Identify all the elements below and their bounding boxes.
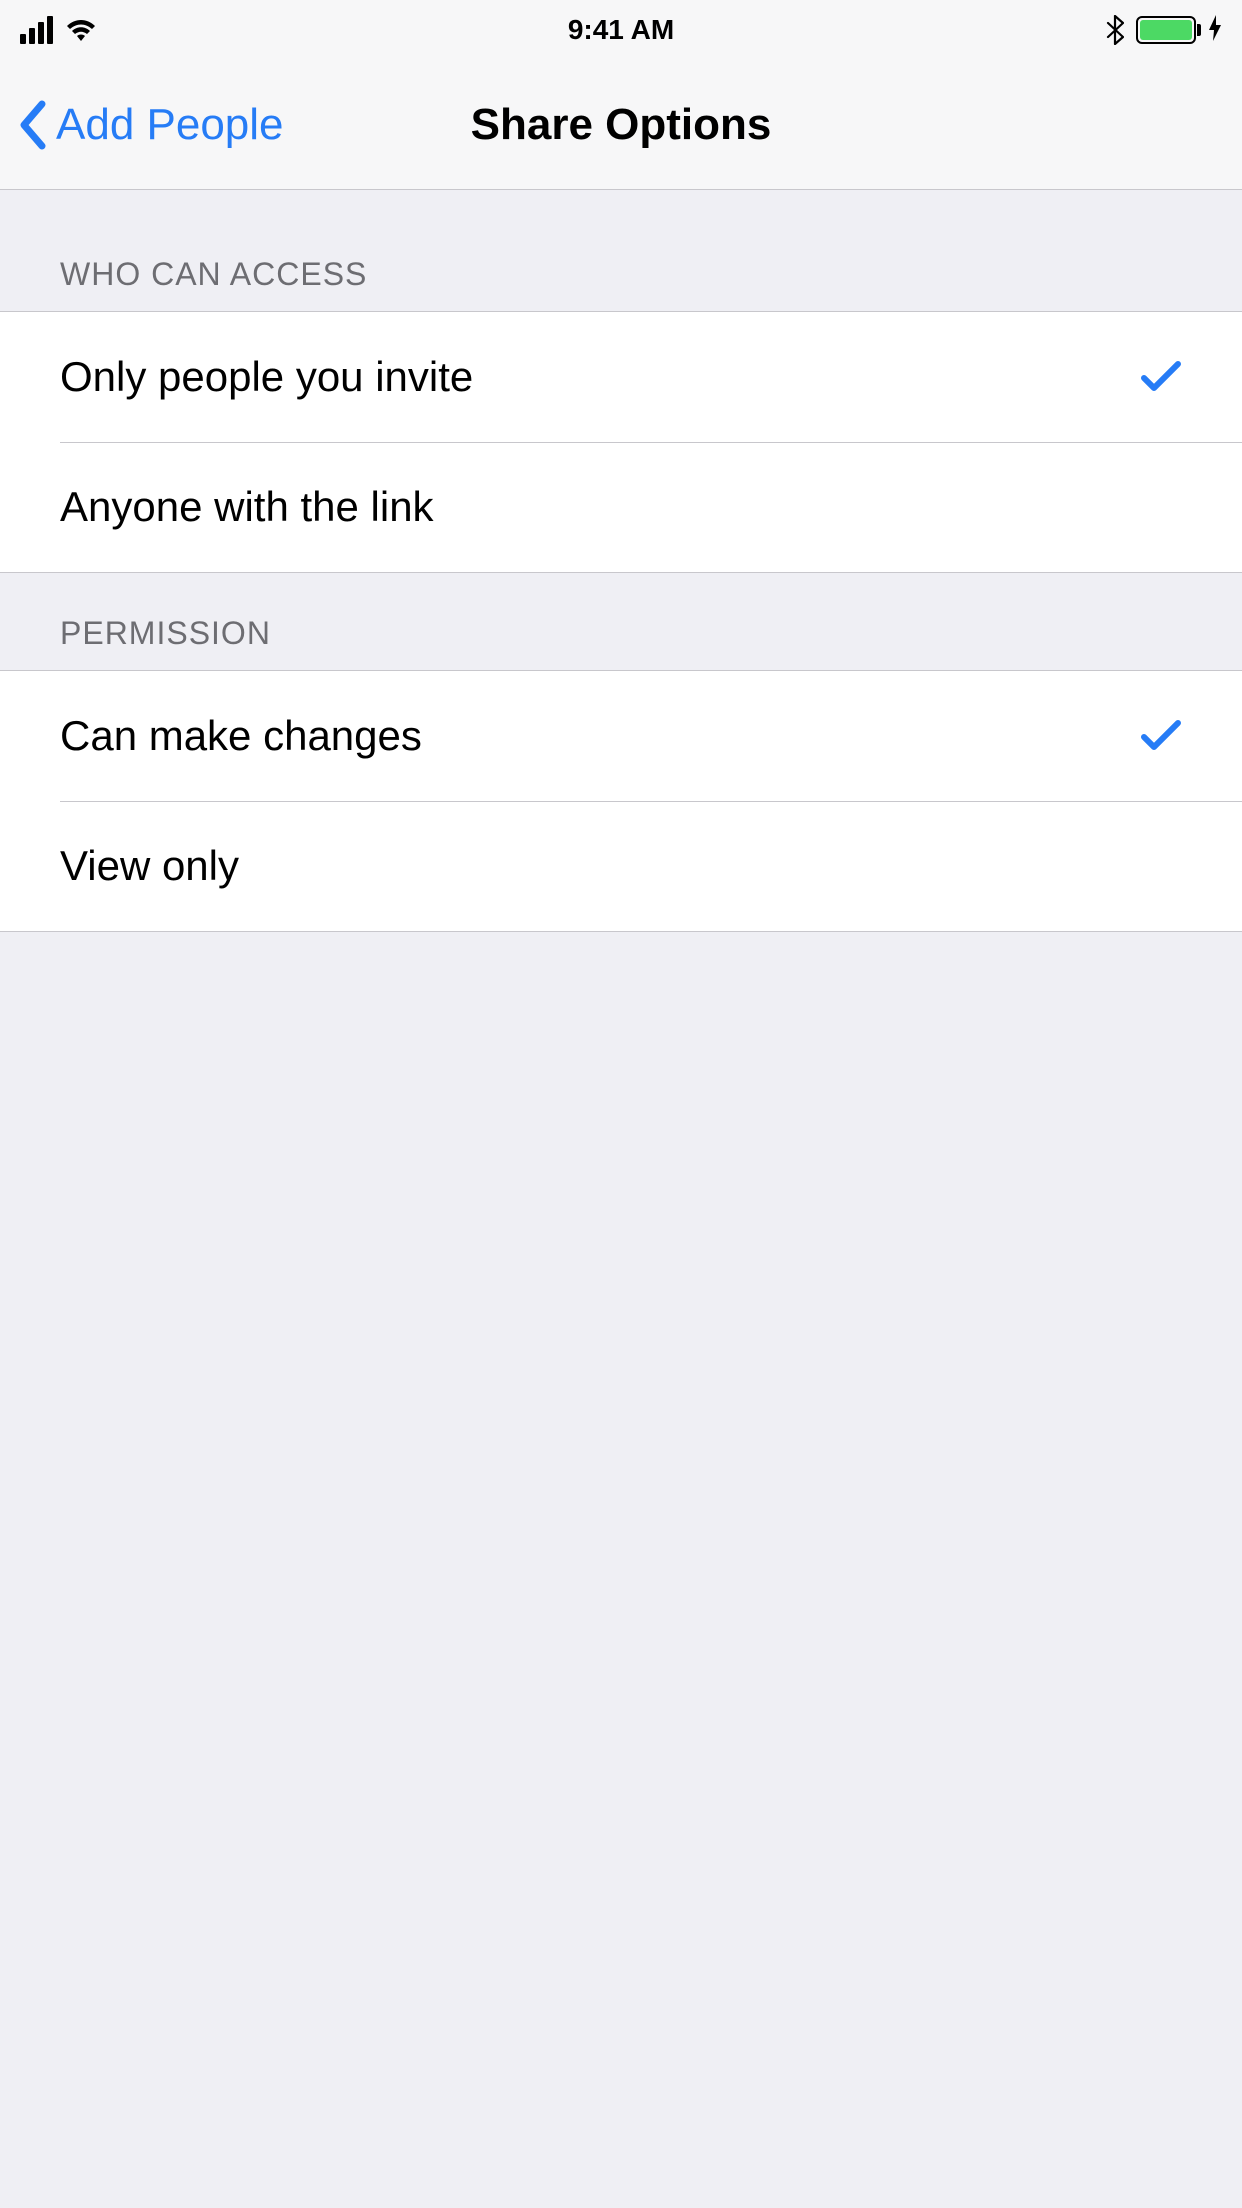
row-label: Anyone with the link [60,483,434,531]
cellular-signal-icon [20,16,53,44]
status-time: 9:41 AM [568,14,674,46]
charging-bolt-icon [1208,14,1222,47]
page-title: Share Options [471,100,772,150]
battery-fill [1140,20,1192,40]
checkmark-icon [1140,360,1182,394]
section-header-access: WHO CAN ACCESS [0,190,1242,311]
row-label: Can make changes [60,712,422,760]
checkmark-icon [1140,719,1182,753]
access-list: Only people you invite Anyone with the l… [0,311,1242,573]
row-can-make-changes[interactable]: Can make changes [0,671,1242,801]
bluetooth-icon [1106,15,1124,45]
chevron-left-icon [18,100,48,150]
back-button[interactable]: Add People [0,100,284,150]
navigation-bar: Add People Share Options [0,60,1242,190]
section-header-permission: PERMISSION [0,573,1242,670]
back-button-label: Add People [56,100,284,150]
status-right [1106,14,1222,47]
wifi-icon [63,16,99,44]
status-bar: 9:41 AM [0,0,1242,60]
permission-list: Can make changes View only [0,670,1242,932]
status-left [20,16,99,44]
row-anyone-with-link[interactable]: Anyone with the link [0,442,1242,572]
row-view-only[interactable]: View only [0,801,1242,931]
row-label: Only people you invite [60,353,473,401]
battery-icon [1136,16,1196,44]
row-only-people-you-invite[interactable]: Only people you invite [0,312,1242,442]
row-label: View only [60,842,239,890]
